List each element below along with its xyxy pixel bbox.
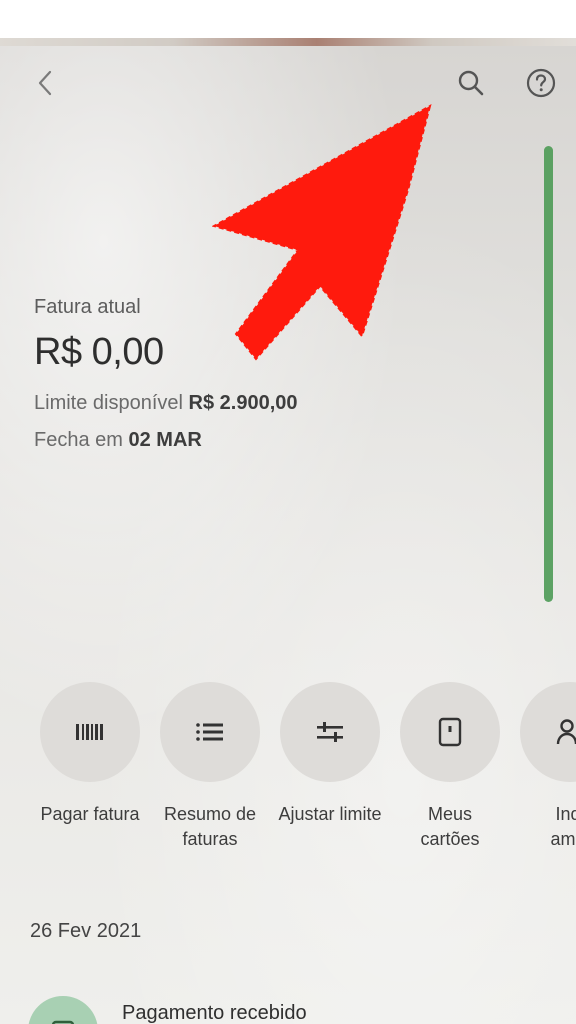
search-icon xyxy=(458,70,484,96)
app-screen: Fatura atual R$ 0,00 Limite disponível R… xyxy=(0,46,576,1024)
action-invoice-summary[interactable]: Resumo de faturas xyxy=(150,682,270,852)
card-icon xyxy=(438,717,462,747)
action-label: Pagar fatura xyxy=(40,804,140,824)
help-button[interactable] xyxy=(522,64,560,102)
sliders-icon xyxy=(317,722,343,742)
action-my-cards[interactable]: Meus cartões xyxy=(390,682,510,852)
back-button[interactable] xyxy=(28,66,62,100)
closing-date-label: Fecha em xyxy=(34,429,123,451)
feed-date: 26 Fev 2021 xyxy=(30,920,142,942)
action-circle[interactable] xyxy=(280,682,380,782)
search-button[interactable] xyxy=(452,64,490,102)
action-invite-friends[interactable]: Indi amig xyxy=(510,682,576,852)
barcode-icon xyxy=(76,724,103,740)
action-circle[interactable] xyxy=(400,682,500,782)
payment-icon-badge xyxy=(28,996,98,1024)
closing-date-line: Fecha em 02 MAR xyxy=(34,429,298,452)
action-pay-invoice[interactable]: Pagar fatura xyxy=(30,682,150,827)
list-icon xyxy=(196,723,223,741)
action-circle[interactable] xyxy=(160,682,260,782)
closing-date-value: 02 MAR xyxy=(128,429,202,451)
action-label: Ajustar limite xyxy=(278,804,382,824)
available-limit-line: Limite disponível R$ 2.900,00 xyxy=(34,392,298,415)
chevron-left-icon xyxy=(38,70,52,96)
scroll-indicator[interactable] xyxy=(544,146,553,602)
action-label: Meus cartões xyxy=(420,804,480,849)
person-add-icon xyxy=(556,719,576,745)
available-limit-label: Limite disponível xyxy=(34,392,183,414)
payment-icon xyxy=(51,1020,75,1024)
help-circle-icon xyxy=(526,68,556,98)
action-label: Resumo de faturas xyxy=(163,804,257,849)
feed-item-title[interactable]: Pagamento recebido xyxy=(122,1002,307,1024)
action-label: Indi amig xyxy=(550,804,576,849)
red-arrow-overlay xyxy=(212,104,432,361)
action-adjust-limit[interactable]: Ajustar limite xyxy=(270,682,390,827)
available-limit-value: R$ 2.900,00 xyxy=(188,392,298,414)
action-circle[interactable] xyxy=(520,682,576,782)
action-carousel[interactable]: Pagar fatura Resumo de faturas Ajustar l… xyxy=(0,682,576,862)
action-circle[interactable] xyxy=(40,682,140,782)
